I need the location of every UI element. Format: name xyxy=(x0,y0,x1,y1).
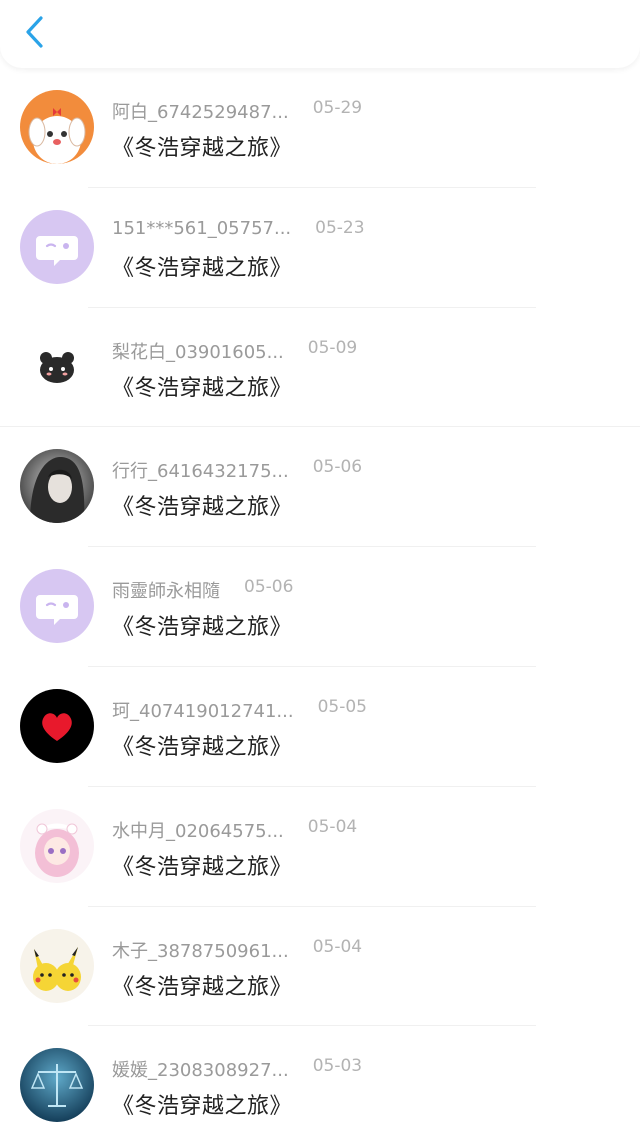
list-item[interactable]: 行行_6416432175... 05-06 《冬浩穿越之旅》 xyxy=(0,427,640,548)
reply-date: 05-05 xyxy=(317,696,367,717)
user-name: 水中月_02064575... xyxy=(112,820,284,842)
portrait-avatar[interactable] xyxy=(20,449,94,524)
user-name: 阿白_6742529487... xyxy=(112,102,289,123)
reply-date: 05-04 xyxy=(307,816,358,837)
chevron-left-icon xyxy=(26,16,43,48)
book-title: 《冬浩穿越之旅》 xyxy=(112,854,293,880)
reply-list: 阿白_6742529487... 05-29 《冬浩穿越之旅》 151***561… xyxy=(0,68,640,1141)
book-title: 《冬浩穿越之旅》 xyxy=(112,615,293,641)
reply-date: 05-23 xyxy=(315,217,365,238)
pikachu-avatar[interactable] xyxy=(20,928,94,1003)
book-title: 《冬浩穿越之旅》 xyxy=(112,136,293,161)
user-name: 雨靈師永相隨 xyxy=(112,581,220,603)
default-chat-avatar[interactable] xyxy=(20,569,94,644)
list-item[interactable]: 阿白_6742529487... 05-29 《冬浩穿越之旅》 xyxy=(0,68,640,188)
book-title: 《冬浩穿越之旅》 xyxy=(112,1094,293,1120)
libra-avatar[interactable] xyxy=(20,1048,94,1123)
book-title: 《冬浩穿越之旅》 xyxy=(112,255,293,281)
list-item[interactable]: 梨花白_03901605... 05-09 《冬浩穿越之旅》 xyxy=(0,308,640,428)
back-button[interactable] xyxy=(14,12,54,52)
red-heart-avatar[interactable] xyxy=(20,688,94,763)
user-name: 151***561_05757... xyxy=(112,217,292,239)
puppy-avatar[interactable] xyxy=(20,90,94,164)
user-name: 行行_6416432175... xyxy=(112,461,289,483)
reply-date: 05-04 xyxy=(312,936,363,957)
list-item[interactable]: 珂_407419012741... 05-05 《冬浩穿越之旅》 xyxy=(0,667,640,787)
reply-date: 05-06 xyxy=(312,457,363,478)
list-item[interactable]: 媛媛_2308308927... 05-03 《冬浩穿越之旅》 xyxy=(0,1026,640,1141)
user-name: 木子_3878750961... xyxy=(112,940,289,962)
book-title: 《冬浩穿越之旅》 xyxy=(112,974,293,1000)
list-item[interactable]: 木子_3878750961... 05-04 《冬浩穿越之旅》 xyxy=(0,907,640,1027)
user-name: 梨花白_03901605... xyxy=(112,341,284,363)
user-name: 媛媛_2308308927... xyxy=(112,1060,289,1082)
top-bar xyxy=(0,0,640,68)
book-title: 《冬浩穿越之旅》 xyxy=(112,375,293,401)
book-title: 《冬浩穿越之旅》 xyxy=(112,734,293,760)
reply-date: 05-29 xyxy=(312,98,363,118)
black-bear-avatar[interactable] xyxy=(20,329,94,404)
list-item[interactable]: 水中月_02064575... 05-04 《冬浩穿越之旅》 xyxy=(0,787,640,907)
reply-date: 05-03 xyxy=(312,1056,363,1077)
book-title: 《冬浩穿越之旅》 xyxy=(112,495,293,521)
reply-date: 05-09 xyxy=(307,337,358,358)
list-item[interactable]: 雨靈師永相隨 05-06 《冬浩穿越之旅》 xyxy=(0,547,640,667)
default-chat-avatar[interactable] xyxy=(20,209,94,284)
list-item[interactable]: 151***561_05757... 05-23 《冬浩穿越之旅》 xyxy=(0,188,640,308)
reply-date: 05-06 xyxy=(244,577,294,598)
anime-girl-avatar[interactable] xyxy=(20,808,94,883)
user-name: 珂_407419012741... xyxy=(112,700,294,722)
